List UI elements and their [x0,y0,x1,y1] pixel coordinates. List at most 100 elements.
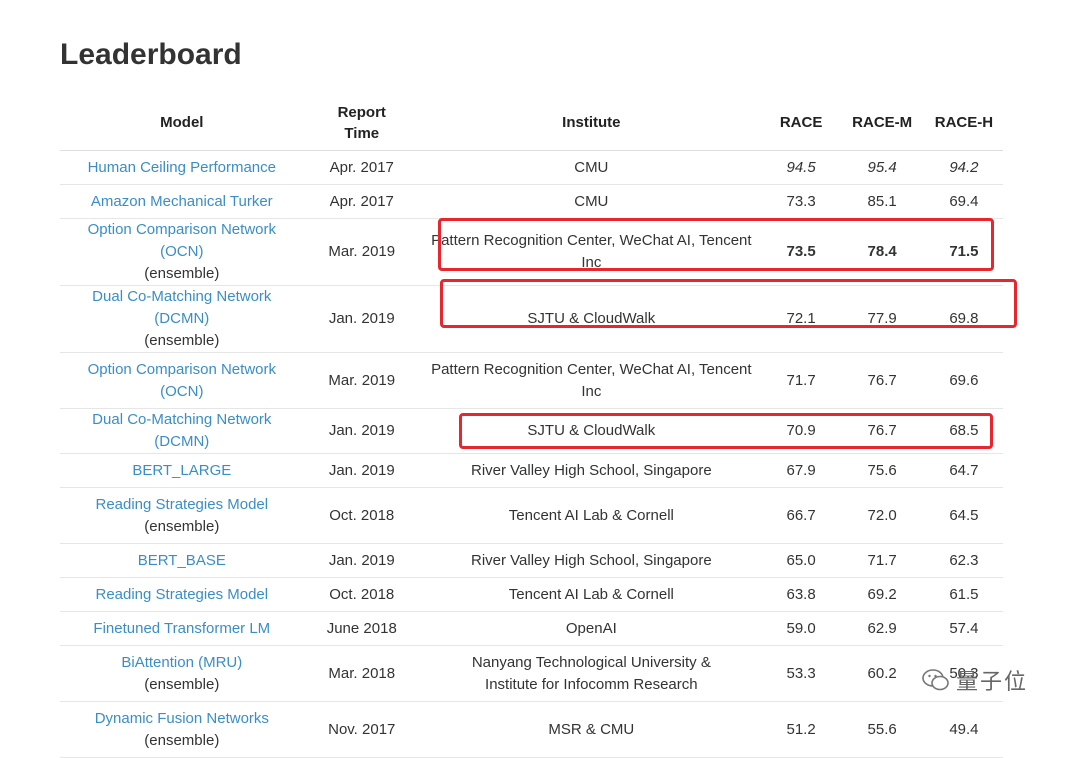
institute-line1: River Valley High School, Singapore [470,461,712,479]
table-row: Dual Co-Matching Network (DCMN) (ensemble… [60,285,1003,353]
model-link[interactable]: Reading Strategies Model [66,584,298,606]
race-score-cell: 65.0 [762,543,840,578]
institute-cell: Pattern Recognition Center, WeChat AI, T… [419,218,763,286]
model-cell: BERT_BASE [60,543,304,578]
race-score-cell: 94.5 [762,150,840,185]
column-header-race-m: RACE-M [839,95,925,151]
model-link[interactable]: BERT_LARGE [66,460,298,482]
race-h-score-cell: 94.2 [924,150,1003,185]
page-title: Leaderboard [60,38,242,71]
report-time-cell: Apr. 2017 [303,184,420,219]
institute-line1: MSR & CMU [548,720,635,738]
race-m-score-cell: 55.6 [839,701,925,758]
model-link[interactable]: Finetuned Transformer LM [66,618,298,640]
race-score-cell: 72.1 [762,285,840,353]
race-h-score-cell: 57.4 [924,611,1003,646]
race-score-cell: 51.2 [762,701,840,758]
race-score-cell: 63.8 [762,577,840,612]
report-time-header-line2: Time [344,124,380,142]
report-time-cell: Jan. 2019 [303,453,420,488]
model-link[interactable]: Option Comparison Network (OCN) [66,219,298,263]
report-time-cell: June 2018 [303,611,420,646]
column-header-race-h: RACE-H [924,95,1003,151]
table-row: BERT_LARGE Jan. 2019 River Valley High Sch… [60,453,1003,488]
model-link[interactable]: Amazon Mechanical Turker [66,191,298,213]
model-cell: BERT_LARGE [60,453,304,488]
model-cell: Finetuned Transformer LM [60,611,304,646]
institute-cell: SJTU & CloudWalk [419,408,763,454]
institute-line1: CMU [574,192,609,210]
model-link[interactable]: Dual Co-Matching Network (DCMN) [66,286,298,330]
race-h-score-cell: 64.5 [924,487,1003,544]
table-row: Reading Strategies Model (ensemble) Oct. 2… [60,487,1003,544]
institute-line2: Inc [581,382,602,400]
race-score-cell: 70.9 [762,408,840,454]
race-m-score-cell: 76.7 [839,352,925,409]
report-time-cell: Mar. 2019 [303,352,420,409]
report-time-cell: Jan. 2019 [303,408,420,454]
institute-line1: Nanyang Technological University & [471,653,711,671]
report-time-cell: Apr. 2017 [303,150,420,185]
model-note: (ensemble) [144,675,220,693]
model-link[interactable]: Human Ceiling Performance [66,157,298,179]
column-header-institute: Institute [419,95,763,151]
race-score-cell: 67.9 [762,453,840,488]
institute-line2: Inc [581,254,602,271]
race-score-cell: 59.0 [762,611,840,646]
race-m-score-cell: 62.9 [839,611,925,646]
report-time-cell: Oct. 2018 [303,487,420,544]
wechat-icon [922,669,949,691]
race-h-score-cell: 71.5 [924,218,1003,286]
institute-cell: CMU [419,184,763,219]
race-m-score-cell: 60.2 [839,645,925,702]
race-h-score-cell: 68.5 [924,408,1003,454]
model-cell: Amazon Mechanical Turker [60,184,304,219]
institute-cell: Nanyang Technological University & Instit… [419,645,763,702]
race-score-cell: 53.3 [762,645,840,702]
institute-cell: Pattern Recognition Center, WeChat AI, T… [419,352,763,409]
leaderboard-table: Model Report Time Institute RACE RACE-M … [60,95,1003,758]
report-time-header-line1: Report [337,103,386,121]
race-h-score-cell: 64.7 [924,453,1003,488]
race-m-score-cell: 75.6 [839,453,925,488]
column-header-model: Model [60,95,304,151]
institute-cell: CMU [419,150,763,185]
model-note: (ensemble) [144,731,220,749]
institute-cell: OpenAI [419,611,763,646]
institute-cell: Tencent AI Lab & Cornell [419,577,763,612]
model-cell: Dual Co-Matching Network (DCMN) [60,408,304,454]
institute-line1: SJTU & CloudWalk [527,422,656,439]
race-score-cell: 73.5 [762,218,840,286]
column-header-report-time: Report Time [303,95,420,151]
table-row: Human Ceiling Performance Apr. 2017 CMU 94.… [60,150,1003,185]
model-link[interactable]: Reading Strategies Model [66,494,298,516]
model-link[interactable]: BERT_BASE [66,550,298,572]
institute-cell: River Valley High School, Singapore [419,543,763,578]
model-note: (ensemble) [144,517,220,535]
watermark-text: 量子位 [956,669,1029,694]
report-time-cell: Oct. 2018 [303,577,420,612]
institute-line1: Pattern Recognition Center, WeChat AI, T… [431,232,752,249]
model-link[interactable]: Dual Co-Matching Network (DCMN) [66,409,298,453]
table-row: BERT_BASE Jan. 2019 River Valley High Scho… [60,543,1003,578]
report-time-cell: Nov. 2017 [303,701,420,758]
institute-cell: SJTU & CloudWalk [419,285,763,353]
race-score-cell: 73.3 [762,184,840,219]
institute-line1: SJTU & CloudWalk [527,310,656,327]
table-row: Reading Strategies Model Oct. 2018 Tencent… [60,577,1003,612]
race-h-score-cell: 69.8 [924,285,1003,353]
model-cell: Dual Co-Matching Network (DCMN) (ensemble… [60,285,304,353]
race-m-score-cell: 77.9 [839,285,925,353]
report-time-cell: Jan. 2019 [303,543,420,578]
race-m-score-cell: 85.1 [839,184,925,219]
institute-cell: River Valley High School, Singapore [419,453,763,488]
race-score-cell: 71.7 [762,352,840,409]
model-link[interactable]: Dynamic Fusion Networks [66,708,298,730]
model-link[interactable]: Option Comparison Network (OCN) [66,359,298,403]
race-h-score-cell: 69.4 [924,184,1003,219]
institute-cell: MSR & CMU [419,701,763,758]
institute-line1: OpenAI [565,619,617,637]
race-m-score-cell: 78.4 [839,218,925,286]
model-link[interactable]: BiAttention (MRU) [66,652,298,674]
table-row: BiAttention (MRU) (ensemble) Mar. 2018 Nany… [60,645,1003,702]
